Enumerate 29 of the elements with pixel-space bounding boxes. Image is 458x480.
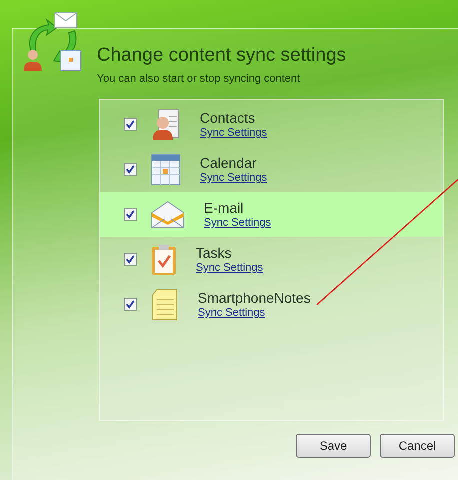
sync-settings-link[interactable]: Sync Settings	[198, 307, 266, 319]
checkbox[interactable]	[124, 163, 137, 176]
dialog-subtitle: You can also start or stop syncing content	[97, 73, 302, 85]
checkbox[interactable]	[124, 298, 137, 311]
sync-settings-link[interactable]: Sync Settings	[204, 217, 272, 229]
checkbox[interactable]	[124, 208, 137, 221]
item-name: Tasks	[196, 245, 233, 261]
item-name: Calendar	[200, 155, 258, 171]
dialog-title: Change content sync settings	[97, 45, 346, 67]
checkbox[interactable]	[124, 118, 137, 131]
contact-card-icon	[151, 108, 181, 140]
envelope-icon	[151, 200, 185, 228]
sync-settings-link[interactable]: Sync Settings	[196, 262, 264, 274]
sync-item-row[interactable]: E-mail Sync Settings	[100, 192, 443, 237]
cancel-button[interactable]: Cancel	[380, 434, 455, 458]
calendar-icon	[151, 154, 181, 186]
note-icon	[151, 288, 179, 320]
save-button[interactable]: Save	[296, 434, 371, 458]
checkbox[interactable]	[124, 253, 137, 266]
sync-item-row[interactable]: SmartphoneNotes Sync Settings	[100, 282, 443, 327]
sync-settings-link[interactable]: Sync Settings	[200, 172, 268, 184]
sync-item-row[interactable]: Tasks Sync Settings	[100, 237, 443, 282]
sync-item-row[interactable]: Calendar Sync Settings	[100, 147, 443, 192]
clipboard-check-icon	[151, 244, 177, 276]
item-name: Contacts	[200, 110, 256, 126]
sync-settings-link[interactable]: Sync Settings	[200, 127, 268, 139]
item-name: SmartphoneNotes	[198, 290, 311, 306]
sync-item-row[interactable]: Contacts Sync Settings	[100, 102, 443, 147]
item-name: E-mail	[204, 200, 245, 216]
